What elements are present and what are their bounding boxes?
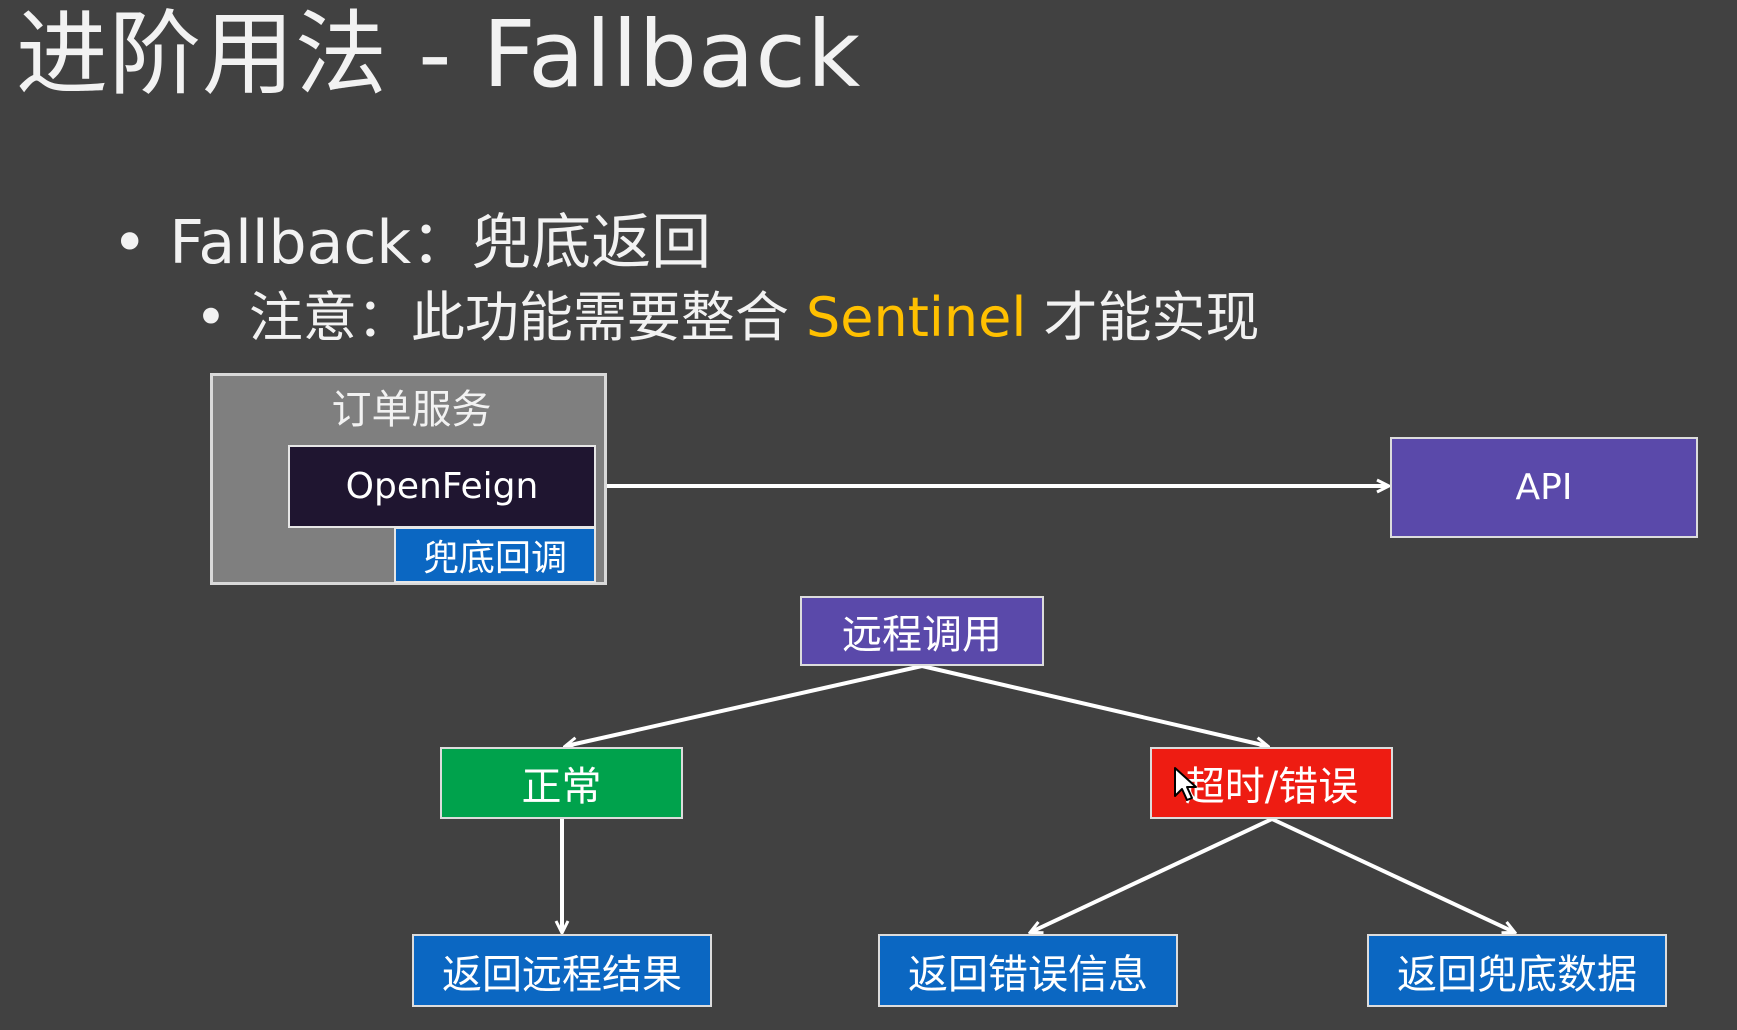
bullet-note-suffix: 才能实现 bbox=[1026, 286, 1260, 349]
bullet-dot-level-2: • bbox=[195, 286, 227, 349]
arrow-remote-call-to-normal bbox=[566, 664, 923, 746]
bullet-fallback: • Fallback：兜底返回 bbox=[112, 205, 711, 281]
normal-box: 正常 bbox=[440, 747, 683, 819]
bullet-fallback-text: Fallback：兜底返回 bbox=[169, 208, 712, 278]
slide-title: 进阶用法 - Fallback bbox=[16, 1, 862, 108]
mouse-pointer-icon bbox=[1174, 767, 1197, 801]
arrow-timeout-to-return-fallback bbox=[1271, 817, 1514, 932]
arrow-timeout-to-return-error bbox=[1031, 817, 1273, 932]
openfeign-box: OpenFeign bbox=[288, 445, 596, 528]
return-error-info-box: 返回错误信息 bbox=[878, 934, 1178, 1007]
remote-call-box: 远程调用 bbox=[800, 596, 1044, 666]
arrow-remote-call-to-timeout bbox=[921, 664, 1267, 746]
api-box: API bbox=[1390, 437, 1698, 538]
bullet-dot-level-1: • bbox=[112, 208, 148, 278]
fallback-callback-box: 兜底回调 bbox=[394, 527, 596, 583]
bullet-note-highlight: Sentinel bbox=[806, 286, 1027, 349]
bullet-note-prefix: 注意：此功能需要整合 bbox=[248, 286, 807, 349]
return-fallback-data-box: 返回兜底数据 bbox=[1367, 934, 1667, 1007]
order-service-title: 订单服务 bbox=[331, 387, 492, 433]
return-remote-result-box: 返回远程结果 bbox=[412, 934, 712, 1007]
bullet-note: • 注意：此功能需要整合 Sentinel 才能实现 bbox=[195, 283, 1260, 353]
